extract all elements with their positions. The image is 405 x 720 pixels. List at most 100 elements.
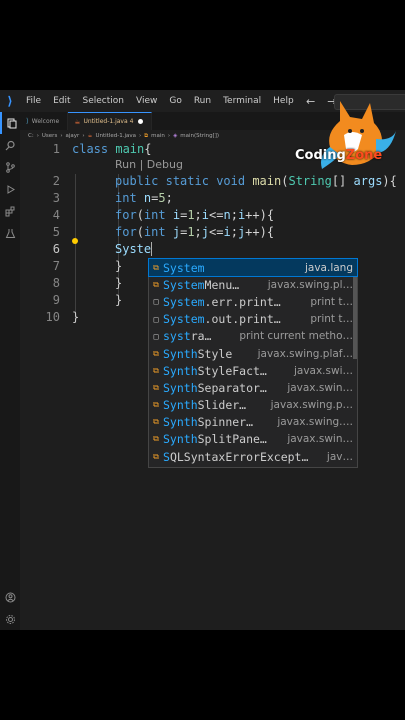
suggest-widget: ⧉ System java.lang ⧉ SystemMenu… javax.swing.… [148, 257, 358, 468]
menu-file[interactable]: File [20, 96, 47, 106]
suggestion-label: System.err.print… [163, 294, 281, 309]
tab-untitled-java[interactable]: ☕ Untitled-1.java 4 [68, 112, 153, 130]
breadcrumb-item[interactable]: main(String[]) [180, 133, 219, 139]
suggestion-label: SystemMenu… [163, 277, 240, 292]
suggestion-detail: javax.swin… [287, 433, 353, 446]
line-number: 1 [52, 142, 60, 156]
menu-edit[interactable]: Edit [47, 96, 76, 106]
code-line-3[interactable]: int n=5; [115, 191, 173, 205]
code-editor[interactable]: 1 class main{ Run | Debug 2 public stati… [20, 142, 405, 630]
class-icon: ⧉ [153, 400, 159, 410]
suggestion-label: SynthSeparator… [163, 380, 267, 395]
source-control-icon[interactable] [0, 156, 20, 178]
menu-run[interactable]: Run [188, 96, 217, 106]
suggestion-label: SynthSplitPane… [163, 432, 267, 447]
breadcrumb-item[interactable]: ajayr [66, 133, 80, 139]
account-icon[interactable] [0, 586, 20, 608]
breadcrumb-item[interactable]: Untitled-1.java [95, 133, 136, 139]
vscode-logo-icon: ⟩ [7, 94, 13, 108]
codelens-run-debug[interactable]: Run | Debug [115, 158, 183, 171]
menu-view[interactable]: View [130, 96, 163, 106]
run-debug-icon[interactable] [0, 178, 20, 200]
menu-selection[interactable]: Selection [77, 96, 130, 106]
suggestion-item[interactable]: □ systra… print current metho… [149, 328, 357, 345]
class-icon: ⧉ [144, 132, 149, 139]
suggestion-label: SynthStyle [163, 346, 233, 361]
suggestion-item[interactable]: ⧉ SQLSyntaxErrorExcept… jav… [149, 448, 357, 465]
code-line-5[interactable]: for(int j=1;j<=i;j++){ [115, 225, 274, 239]
typed-text: Syste [115, 242, 152, 256]
breadcrumb-item[interactable]: Users [42, 133, 57, 139]
suggestion-item[interactable]: ⧉ SystemMenu… javax.swing.pl… [149, 276, 357, 293]
suggestion-label: SynthStyleFact… [163, 363, 267, 378]
text-cursor [151, 242, 153, 256]
snippet-icon: □ [153, 297, 159, 307]
chevron-right-icon: › [82, 133, 85, 139]
code-line-10[interactable]: } [72, 310, 79, 324]
code-line-7[interactable]: } [115, 259, 122, 273]
line-number: 7 [52, 259, 60, 273]
class-icon: ⧉ [153, 262, 159, 272]
menu-help[interactable]: Help [267, 96, 300, 106]
unsaved-dot-icon[interactable] [138, 119, 144, 124]
code-line-2[interactable]: public static void main(String[] args){ [115, 174, 397, 188]
suggestion-item[interactable]: ⧉ SynthStyleFact… javax.swi… [149, 362, 357, 379]
search-icon[interactable] [0, 134, 20, 156]
tab-label: Welcome [31, 117, 60, 125]
chevron-right-icon: › [36, 133, 39, 139]
settings-gear-icon[interactable] [0, 608, 20, 630]
suggestion-item[interactable]: ⧉ SynthSeparator… javax.swin… [149, 379, 357, 396]
coding-zone-watermark: CodingZone [295, 148, 383, 163]
suggestion-detail: javax.swing.pl… [267, 278, 353, 291]
vscode-small-icon: ⟩ [26, 117, 29, 125]
suggestion-item[interactable]: □ System.out.print… print t… [149, 311, 357, 328]
tab-welcome[interactable]: ⟩ Welcome [20, 112, 69, 130]
menu-go[interactable]: Go [163, 96, 187, 106]
class-icon: ⧉ [153, 382, 159, 392]
line-number: 8 [52, 276, 60, 290]
line-number: 10 [45, 310, 60, 324]
suggestion-item[interactable]: ⧉ SynthSlider… javax.swing.p… [149, 397, 357, 414]
testing-flask-icon[interactable] [0, 222, 20, 244]
code-line-9[interactable]: } [115, 293, 122, 307]
chevron-right-icon: › [60, 133, 63, 139]
suggestion-item[interactable]: ⧉ SynthSpinner… javax.swing.… [149, 414, 357, 431]
class-icon: ⧉ [153, 451, 159, 461]
suggestion-item[interactable]: ⧉ SynthStyle javax.swing.plaf… [149, 345, 357, 362]
code-line-1[interactable]: class main{ [72, 142, 152, 156]
line-number: 3 [52, 191, 60, 205]
suggestion-item[interactable]: □ System.err.print… print t… [149, 293, 357, 310]
code-line-8[interactable]: } [115, 276, 122, 290]
suggestion-item[interactable]: ⧉ System java.lang [148, 257, 358, 278]
code-line-4[interactable]: for(int i=1;i<=n;i++){ [115, 208, 274, 222]
line-number: 6 [52, 242, 60, 256]
indent-guide [75, 174, 76, 318]
breadcrumb-item[interactable]: main [151, 133, 165, 139]
suggestion-detail: javax.swi… [293, 364, 353, 377]
suggestion-detail: java.lang [304, 261, 353, 274]
extensions-icon[interactable] [0, 200, 20, 222]
suggestion-label: SynthSpinner… [163, 415, 254, 430]
explorer-icon[interactable] [0, 112, 20, 134]
code-line-6[interactable]: Syste [115, 242, 153, 256]
snippet-icon: □ [153, 331, 159, 341]
suggestion-detail: javax.swin… [287, 381, 353, 394]
menu-terminal[interactable]: Terminal [217, 96, 267, 106]
menu-bar: File Edit Selection View Go Run Terminal… [20, 96, 300, 106]
suggestion-label: System.out.print… [163, 312, 281, 327]
suggestion-label: SQLSyntaxErrorExcept… [163, 449, 309, 464]
line-number: 9 [52, 293, 60, 307]
class-icon: ⧉ [153, 434, 159, 444]
suggestion-item[interactable]: ⧉ SynthSplitPane… javax.swin… [149, 431, 357, 448]
suggestion-detail: jav… [326, 450, 353, 463]
breadcrumb-item[interactable]: C: [28, 133, 34, 139]
suggestion-detail: javax.swing.p… [270, 399, 353, 412]
activity-bar [0, 112, 20, 630]
class-icon: ⧉ [153, 365, 159, 375]
class-icon: ⧉ [153, 279, 159, 289]
suggestion-detail: print t… [310, 313, 353, 326]
suggestion-detail: javax.swing.… [277, 416, 353, 429]
java-file-icon: ☕ [87, 133, 93, 139]
class-icon: ⧉ [153, 417, 159, 427]
lightbulb-icon[interactable] [72, 238, 78, 244]
